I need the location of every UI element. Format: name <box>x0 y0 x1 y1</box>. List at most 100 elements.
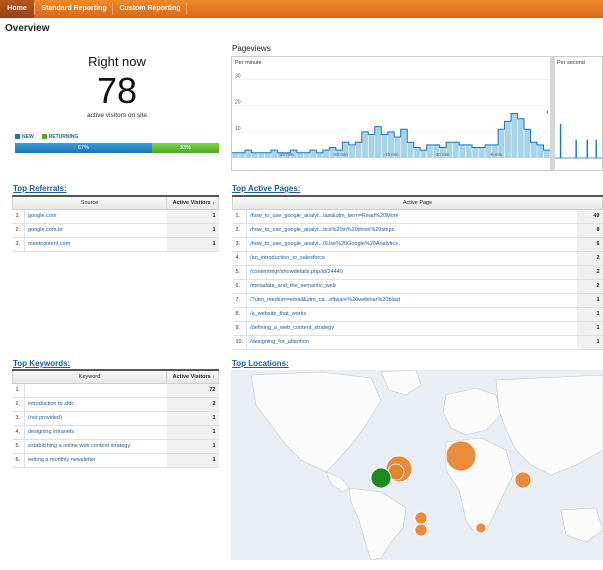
pageview-bar <box>316 152 323 158</box>
row-value: 1 <box>166 223 219 238</box>
row-value: 1 <box>166 425 219 440</box>
row-label-link[interactable]: /defining_a_web_content_strategy <box>246 321 577 336</box>
active-visitors-column-header[interactable]: Active Visitors ↓ <box>166 369 219 384</box>
pageview-bar <box>414 147 420 158</box>
table-row[interactable]: 4./an_introduction_to_salesforce 2 <box>232 251 603 266</box>
row-label-link[interactable]: /?utm_medium=email&utm_ca...oftware%20we… <box>246 293 577 308</box>
row-label-link[interactable]: writing a monthly newsletter <box>24 453 167 468</box>
row-index: 4. <box>232 251 248 266</box>
world-map[interactable] <box>231 370 603 560</box>
location-bubble[interactable] <box>514 471 532 489</box>
active-page-column-header: Active Page <box>232 195 603 210</box>
table-row[interactable]: 2. google.com.br 1 <box>12 223 219 238</box>
table-row[interactable]: 4. designing intranets 1 <box>12 425 219 440</box>
row-value: 49 <box>576 209 603 224</box>
pageview-bar <box>349 144 356 158</box>
row-label-link[interactable]: introduction to sfdc <box>24 397 167 412</box>
location-bubble[interactable] <box>475 522 487 534</box>
row-label-link[interactable]: /how_to_use_google_analyt...0Use%20Googl… <box>246 237 577 252</box>
y-tick-label: 10 <box>235 126 241 132</box>
location-bubble[interactable] <box>445 440 477 472</box>
row-index: 7. <box>232 293 248 308</box>
pageviews-per-minute-panel: Per minute 30 20 10 -25 min -20 min -15 min -1… <box>232 57 550 170</box>
pageview-bar <box>524 129 531 158</box>
top-active-pages-title[interactable]: Top Active Pages: <box>232 184 300 193</box>
tab-standard-reporting[interactable]: Standard Reporting <box>36 0 112 18</box>
row-label-link[interactable]: /a_website_that_works <box>246 307 577 322</box>
row-value: 2 <box>166 397 219 412</box>
row-label-link[interactable]: (not provided) <box>24 411 167 426</box>
page-title: Overview <box>5 23 50 34</box>
pageviews-title: Pageviews <box>232 44 271 53</box>
pageview-bar <box>362 131 368 158</box>
y-tick-label: 30 <box>235 73 241 79</box>
row-label-link[interactable] <box>24 383 167 398</box>
row-label-link[interactable]: meetcontent.com <box>24 237 167 252</box>
table-row[interactable]: 6./metadata_and_the_semantic_web 2 <box>232 279 603 294</box>
top-locations-title[interactable]: Top Locations: <box>232 359 289 368</box>
table-row[interactable]: 3. meetcontent.com 1 <box>12 237 219 252</box>
world-map-svg <box>250 370 603 560</box>
pageview-bar <box>420 150 427 158</box>
table-row[interactable]: 3./how_to_use_google_analyt...0Use%20Goo… <box>232 237 603 252</box>
pageview-bar <box>310 150 317 158</box>
row-label-link[interactable]: /an_introduction_to_salesforce <box>246 251 577 266</box>
row-label-link[interactable]: /contentmgr/showdetails.php/id/24449 <box>246 265 577 280</box>
row-index: 10. <box>232 335 248 350</box>
table-row[interactable]: 2. introduction to sfdc 2 <box>12 397 219 412</box>
table-row[interactable]: 9./defining_a_web_content_strategy 1 <box>232 321 603 336</box>
row-value: 1 <box>576 293 603 308</box>
top-keywords-title[interactable]: Top Keywords: <box>13 359 70 368</box>
per-second-chart <box>555 123 602 159</box>
row-label-link[interactable]: /designing_for_attention <box>246 335 577 350</box>
central-america-shape <box>325 471 350 493</box>
table-row[interactable]: 8./a_website_that_works 1 <box>232 307 603 322</box>
table-row[interactable]: 3. (not provided) 1 <box>12 411 219 426</box>
tab-divider <box>34 3 35 15</box>
row-value: 8 <box>576 223 603 238</box>
row-label-link[interactable]: designing intranets <box>24 425 167 440</box>
tab-custom-reporting[interactable]: Custom Reporting <box>114 0 186 18</box>
south-america-shape <box>348 487 407 560</box>
table-row[interactable]: 1. google.com 1 <box>12 209 219 224</box>
per-minute-chart: 30 20 10 -25 min -20 min -15 min -10 min -5 min <box>232 73 550 158</box>
row-label-link[interactable]: /how_to_use_google_analyt...tics%20in%20… <box>246 223 577 238</box>
table-row[interactable]: 6. writing a monthly newsletter 1 <box>12 453 219 468</box>
active-visitors-column-header[interactable]: Active Visitors ↓ <box>166 195 219 210</box>
pageview-bar <box>297 152 304 158</box>
table-row[interactable]: 2./how_to_use_google_analyt...tics%20in%… <box>232 223 603 238</box>
pageview-bar <box>459 144 466 158</box>
row-label-link[interactable]: google.com.br <box>24 223 167 238</box>
row-index: 3. <box>12 411 25 426</box>
row-label-link[interactable]: establishing a online web content strate… <box>24 439 167 454</box>
pageviews-per-second-panel: Per second <box>555 57 602 170</box>
location-bubble-highlight[interactable] <box>370 467 392 489</box>
pageview-bar <box>511 113 518 158</box>
chevron-right-icon[interactable]: › <box>546 109 548 116</box>
top-referrals-title[interactable]: Top Referrals: <box>13 184 67 193</box>
table-row[interactable]: 7./?utm_medium=email&utm_ca...oftware%20… <box>232 293 603 308</box>
returning-swatch <box>41 134 47 139</box>
table-row[interactable]: 1. 72 <box>12 383 219 398</box>
north-america-shape <box>250 371 382 473</box>
pageview-second-bar <box>575 139 577 158</box>
table-row[interactable]: 1./how_to_use_google_analyt...last&utm_t… <box>232 209 603 224</box>
location-bubble[interactable] <box>414 523 428 537</box>
location-bubble[interactable] <box>414 511 428 525</box>
row-index: 1. <box>12 383 25 398</box>
row-index: 2. <box>232 223 248 238</box>
table-row[interactable]: 5. establishing a online web content stra… <box>12 439 219 454</box>
row-value: 1 <box>576 335 603 350</box>
legend-new: NEW <box>15 134 34 140</box>
active-pages-table: Active Page 1./how_to_use_google_analyt.… <box>232 195 603 350</box>
table-row[interactable]: 5./contentmgr/showdetails.php/id/24449 2 <box>232 265 603 280</box>
tab-home[interactable]: Home <box>0 0 34 18</box>
table-row[interactable]: 10./designing_for_attention 1 <box>232 335 603 350</box>
row-label-link[interactable]: /metadata_and_the_semantic_web <box>246 279 577 294</box>
row-index: 2. <box>12 397 25 412</box>
asia-shape <box>495 374 603 476</box>
row-label-link[interactable]: google.com <box>24 209 167 224</box>
row-index: 6. <box>232 279 248 294</box>
row-value: 1 <box>576 321 603 336</box>
row-label-link[interactable]: /how_to_use_google_analyt...last&utm_ter… <box>246 209 577 224</box>
